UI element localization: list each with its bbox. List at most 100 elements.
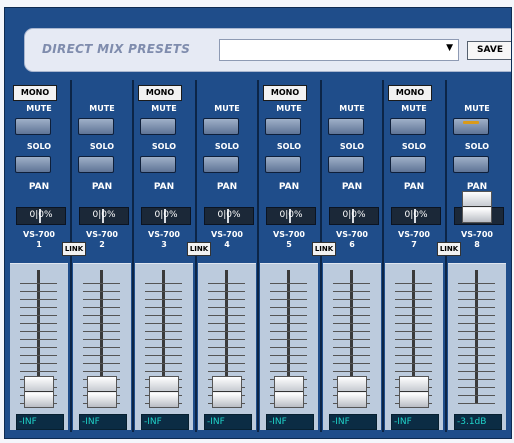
fader-scale-tick bbox=[20, 291, 57, 292]
solo-label: SOLO bbox=[464, 142, 490, 151]
fader-scale-tick bbox=[83, 331, 120, 332]
solo-button[interactable] bbox=[265, 156, 301, 173]
fader-knob[interactable] bbox=[149, 376, 179, 408]
channel-strip: MONO MUTE SOLO PAN 0|0% VS-700 3 -INF bbox=[135, 80, 193, 432]
solo-button[interactable] bbox=[15, 156, 51, 173]
pan-value: 0|0% bbox=[342, 210, 366, 220]
mute-button[interactable] bbox=[453, 118, 489, 135]
link-button[interactable]: LINK bbox=[312, 242, 336, 256]
level-readout: -INF bbox=[141, 414, 189, 430]
level-readout: -INF bbox=[204, 414, 252, 430]
fader-knob[interactable] bbox=[87, 376, 117, 408]
presets-bar: DIRECT MIX PRESETS ▼ SAVE bbox=[24, 28, 511, 72]
link-button[interactable]: LINK bbox=[187, 242, 211, 256]
fader-scale-tick bbox=[83, 363, 120, 364]
mute-button[interactable] bbox=[265, 118, 301, 135]
pan-control[interactable]: 0|0% bbox=[266, 207, 316, 225]
level-readout: -INF bbox=[329, 414, 377, 430]
fader-scale-tick bbox=[20, 323, 57, 324]
fader-scale-tick bbox=[20, 363, 57, 364]
fader-scale-tick bbox=[458, 315, 495, 316]
solo-label: SOLO bbox=[276, 142, 302, 151]
solo-button[interactable] bbox=[390, 156, 426, 173]
fader-scale-tick bbox=[145, 315, 182, 316]
mono-button[interactable]: MONO bbox=[263, 85, 307, 101]
fader-scale-tick bbox=[395, 283, 432, 284]
pan-control[interactable]: 0|0% bbox=[141, 207, 191, 225]
fader-scale-tick bbox=[20, 371, 57, 372]
channel-strip: MUTE SOLO PAN 0|0% VS-700 2 -INF bbox=[73, 80, 131, 432]
presets-dropdown[interactable]: ▼ bbox=[219, 39, 459, 61]
solo-button[interactable] bbox=[140, 156, 176, 173]
fader-scale-tick bbox=[145, 323, 182, 324]
channel-separator bbox=[195, 80, 197, 432]
link-button[interactable]: LINK bbox=[437, 242, 461, 256]
fader-scale-tick bbox=[270, 339, 307, 340]
fader-knob[interactable] bbox=[274, 376, 304, 408]
fader-knob[interactable] bbox=[212, 376, 242, 408]
pan-control[interactable]: 0|0% bbox=[16, 207, 66, 225]
mono-button[interactable]: MONO bbox=[138, 85, 182, 101]
pan-control[interactable]: 0|0% bbox=[391, 207, 441, 225]
fader-scale-tick bbox=[333, 331, 370, 332]
solo-button[interactable] bbox=[78, 156, 114, 173]
fader-scale-tick bbox=[83, 355, 120, 356]
fader-scale-tick bbox=[208, 283, 245, 284]
fader-knob[interactable] bbox=[462, 191, 492, 223]
fader-scale-tick bbox=[333, 339, 370, 340]
solo-button[interactable] bbox=[453, 156, 489, 173]
pan-control[interactable]: 0|0% bbox=[329, 207, 379, 225]
mute-button[interactable] bbox=[390, 118, 426, 135]
fader-scale-tick bbox=[83, 299, 120, 300]
mute-button[interactable] bbox=[203, 118, 239, 135]
mute-label: MUTE bbox=[401, 104, 427, 113]
fader-scale-tick bbox=[458, 323, 495, 324]
channel-name: VS-700 1 bbox=[14, 230, 64, 250]
save-button[interactable]: SAVE bbox=[467, 41, 511, 60]
fader-scale-tick bbox=[458, 291, 495, 292]
fader-scale-tick bbox=[270, 315, 307, 316]
channel-device: VS-700 bbox=[461, 230, 493, 239]
mute-button[interactable] bbox=[15, 118, 51, 135]
fader-scale-tick bbox=[270, 323, 307, 324]
level-readout: -INF bbox=[391, 414, 439, 430]
channel-number: 3 bbox=[161, 240, 167, 249]
fader-scale-tick bbox=[333, 283, 370, 284]
channel-device: VS-700 bbox=[336, 230, 368, 239]
channel-strip: MONO MUTE SOLO PAN 0|0% VS-700 7 -INF bbox=[385, 80, 443, 432]
fader-scale-tick bbox=[270, 283, 307, 284]
fader-scale-tick bbox=[208, 291, 245, 292]
pan-label: PAN bbox=[216, 182, 238, 192]
fader-scale-tick bbox=[333, 371, 370, 372]
mute-label: MUTE bbox=[151, 104, 177, 113]
mute-button[interactable] bbox=[78, 118, 114, 135]
fader-scale-tick bbox=[270, 347, 307, 348]
channel-name: VS-700 7 bbox=[389, 230, 439, 250]
fader-scale-tick bbox=[145, 339, 182, 340]
solo-button[interactable] bbox=[203, 156, 239, 173]
channel-strip: MUTE SOLO PAN 0|0% VS-700 6 -INF bbox=[323, 80, 381, 432]
pan-label: PAN bbox=[153, 182, 175, 192]
fader-scale-tick bbox=[208, 339, 245, 340]
mute-button[interactable] bbox=[328, 118, 364, 135]
fader-scale-tick bbox=[270, 299, 307, 300]
mono-button[interactable]: MONO bbox=[13, 85, 57, 101]
fader-knob[interactable] bbox=[399, 376, 429, 408]
link-button[interactable]: LINK bbox=[62, 242, 86, 256]
fader-scale-tick bbox=[458, 331, 495, 332]
pan-control[interactable]: 0|0% bbox=[79, 207, 129, 225]
fader-scale-tick bbox=[83, 371, 120, 372]
pan-label: PAN bbox=[91, 182, 113, 192]
mute-button[interactable] bbox=[140, 118, 176, 135]
fader-scale-tick bbox=[270, 355, 307, 356]
pan-control[interactable]: 0|0% bbox=[204, 207, 254, 225]
fader-knob[interactable] bbox=[337, 376, 367, 408]
pan-value: 0|0% bbox=[217, 210, 241, 220]
fader-knob[interactable] bbox=[24, 376, 54, 408]
presets-label: DIRECT MIX PRESETS bbox=[42, 42, 191, 56]
fader-scale-tick bbox=[458, 379, 495, 380]
solo-button[interactable] bbox=[328, 156, 364, 173]
mono-button[interactable]: MONO bbox=[388, 85, 432, 101]
fader-scale-tick bbox=[208, 363, 245, 364]
mute-label: MUTE bbox=[89, 104, 115, 113]
